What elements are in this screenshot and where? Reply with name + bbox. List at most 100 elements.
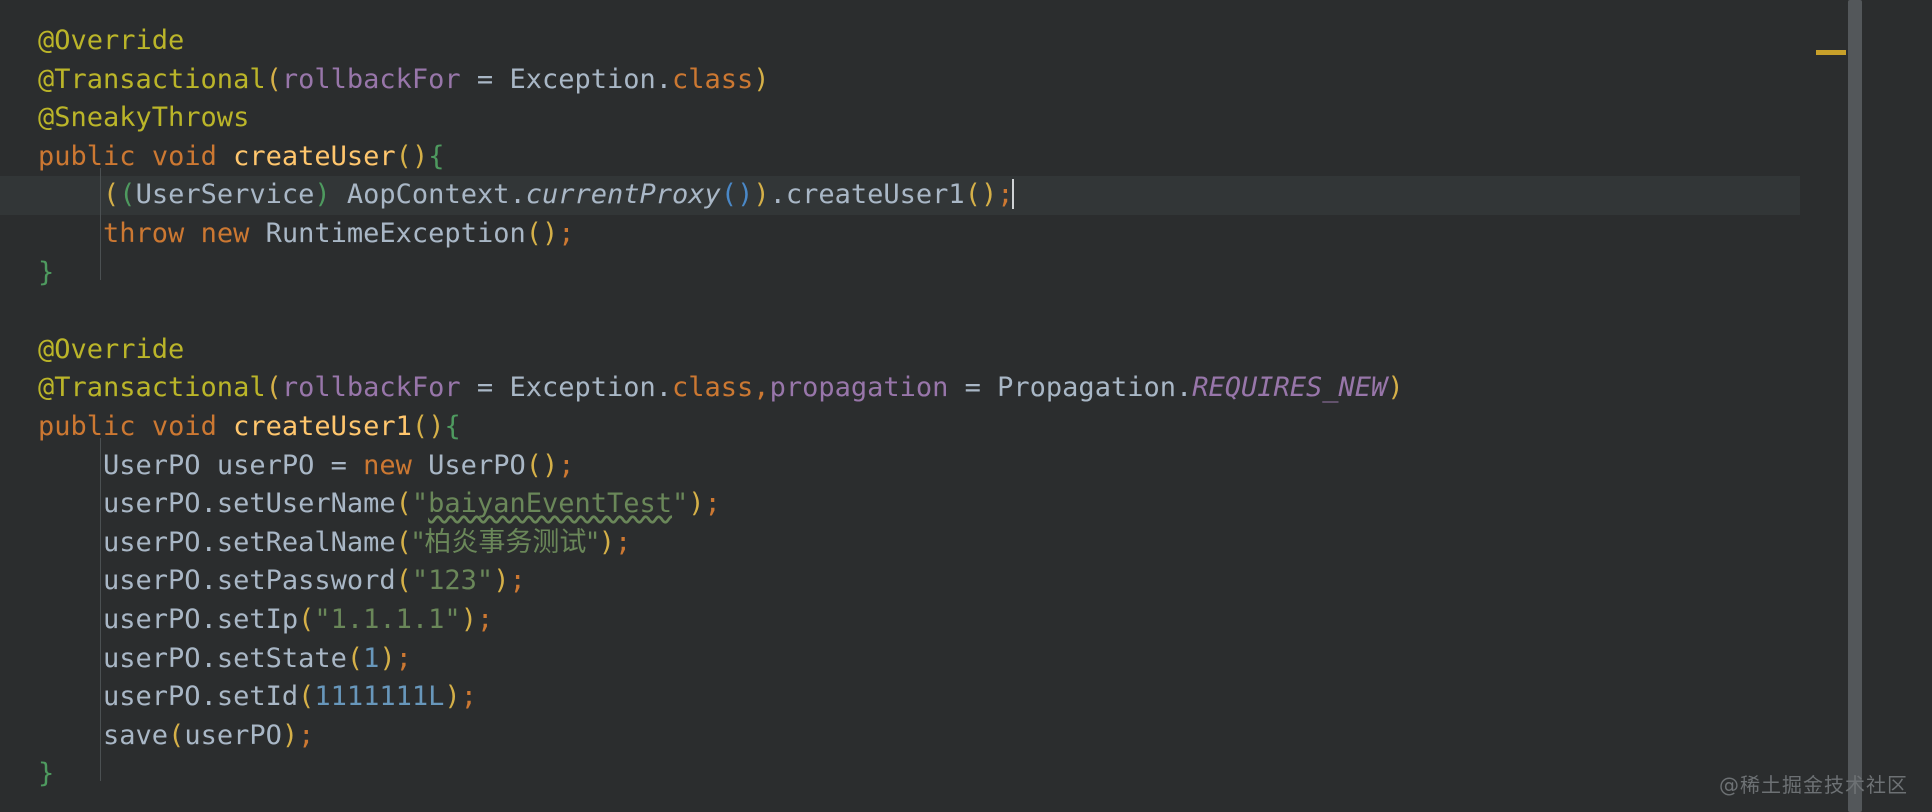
code-token: ( [265,372,282,404]
vertical-scrollbar-track[interactable] [1824,0,1862,812]
code-token: throw [103,217,185,249]
code-token: . [769,179,786,211]
code-token: ( [119,179,136,211]
code-token: new [200,217,250,249]
code-token: 1111111L [314,681,445,713]
code-token: REQUIRES_NEW [1192,372,1388,404]
code-token: 1 [363,642,380,674]
code-line[interactable]: userPO.setState(1); [0,640,1800,679]
code-token: ; [704,488,721,520]
code-token: = [948,372,998,404]
code-token: ) [753,63,770,95]
code-token: ) [737,179,754,211]
code-line[interactable]: UserPO userPO = new UserPO(); [0,447,1800,486]
code-token: AopContext [346,179,510,211]
code-token: ) [753,179,770,211]
code-line[interactable]: userPO.setId(1111111L); [0,678,1800,717]
code-line[interactable]: save(userPO); [0,717,1800,756]
code-token: . [509,179,526,211]
code-token: @Override [38,333,185,365]
code-line[interactable]: userPO.setRealName("柏炎事务测试"); [0,524,1800,563]
code-token: = [330,449,364,481]
code-token: ; [997,179,1014,211]
code-token: @Override [38,25,185,56]
code-token: Exception [509,372,656,404]
code-token: userPO.setPassword [103,565,396,597]
code-token: " [411,488,429,520]
code-token: @SneakyThrows [38,102,250,134]
code-token: UserPO [428,449,526,481]
code-token: ) [314,179,331,211]
code-token: ( [964,179,981,211]
code-line[interactable]: @Transactional(rollbackFor = Exception.c… [0,369,1800,408]
code-token: ) [460,603,477,635]
code-token: ( [525,449,542,481]
code-token: ) [688,488,705,520]
code-line[interactable]: } [0,755,1800,794]
code-line[interactable]: public void createUser1(){ [0,408,1800,447]
code-token: userPO [184,719,282,751]
code-token: userPO.setIp [103,603,299,635]
code-line[interactable]: ((UserService) AopContext.currentProxy()… [0,176,1800,215]
code-token: ) [444,681,461,713]
code-token: class [672,372,754,404]
code-line[interactable]: userPO.setIp("1.1.1.1"); [0,601,1800,640]
code-line[interactable]: userPO.setPassword("123"); [0,562,1800,601]
code-token: baiyanEventTest [428,488,673,520]
code-line[interactable]: } [0,254,1800,293]
editor-right-rail [1800,0,1932,812]
code-line[interactable]: @Override [0,22,1800,61]
code-token: ; [476,603,494,635]
code-token: ) [493,565,510,597]
code-token: class [672,63,754,95]
code-token: . [1175,372,1193,404]
code-token: ( [168,719,185,751]
code-token: ( [395,140,412,172]
code-token: " [672,488,689,520]
editor-pane[interactable]: @Override @Transactional(rollbackFor = Ex… [0,0,1800,812]
code-token: userPO.setState [103,642,347,674]
code-token: ; [395,642,412,674]
code-token: propagation [769,372,949,404]
code-token: save [103,719,169,751]
code-token: ( [525,217,542,249]
code-token: ( [103,179,120,211]
code-line[interactable]: userPO.setUserName("baiyanEventTest"); [0,485,1800,524]
code-token: ) [379,642,396,674]
code-text-area[interactable]: @Override @Transactional(rollbackFor = Ex… [0,22,1800,794]
code-token: ; [298,719,315,751]
code-token: . [655,372,673,404]
code-token: createUser1 [785,179,965,211]
code-token: ; [460,681,477,713]
code-token: void [151,410,217,442]
vertical-scrollbar-thumb[interactable] [1848,0,1862,812]
code-line[interactable]: @Override [0,331,1800,370]
code-line[interactable] [0,292,1800,331]
code-token: userPO.setId [103,681,299,713]
code-token: ) [411,140,429,172]
text-caret [1012,179,1015,210]
code-token: @Transactional [38,63,266,95]
code-token: public [38,140,136,172]
code-token: Propagation [997,372,1176,404]
code-token: ) [980,179,998,211]
code-line[interactable]: @SneakyThrows [0,99,1800,138]
code-token: ; [558,217,575,249]
code-line[interactable]: @Transactional(rollbackFor = Exception.c… [0,61,1800,100]
code-line[interactable]: public void createUser(){ [0,138,1800,177]
warning-marker-icon[interactable] [1816,50,1846,55]
code-token: public [38,410,136,442]
code-line[interactable]: throw new RuntimeException(); [0,215,1800,254]
